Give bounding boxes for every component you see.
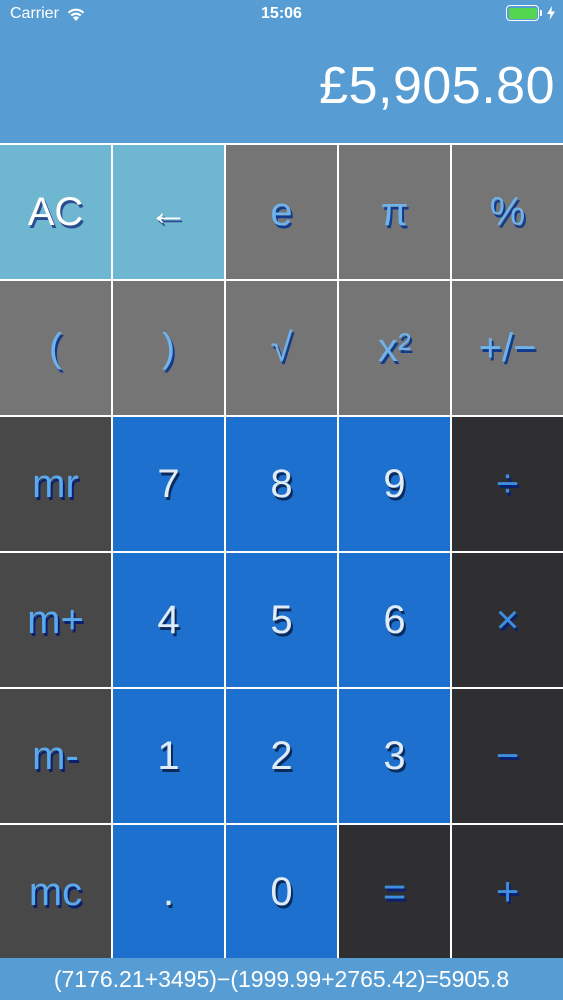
digit-1-button[interactable]: 1 [113,689,224,823]
keypad: AC ← e π% () √ x² +/− mr 7 8 9 ÷ m+ 4 5 6 × m- 1 2 3− mc. 0 = + [0,143,563,959]
display-value: £5,905.80 [319,57,555,115]
square-button[interactable]: x² [339,281,450,415]
digit-9-button[interactable]: 9 [339,417,450,551]
memory-add-button[interactable]: m+ [0,553,111,687]
memory-clear-button[interactable]: mc [0,825,111,959]
pi-button[interactable]: π [339,145,450,279]
memory-subtract-button[interactable]: m- [0,689,111,823]
battery-cap [540,10,542,16]
digit-3-button[interactable]: 3 [339,689,450,823]
digit-7-button[interactable]: 7 [113,417,224,551]
plus-button[interactable]: + [452,825,563,959]
sqrt-button[interactable]: √ [226,281,337,415]
digit-4-button[interactable]: 4 [113,553,224,687]
close-paren-button[interactable]: ) [113,281,224,415]
history-expression: (7176.21+3495)−(1999.99+2765.42)=5905.8 [0,958,563,1000]
digit-2-button[interactable]: 2 [226,689,337,823]
backspace-button[interactable]: ← [113,145,224,279]
status-bar: Carrier 15:06 [0,0,563,30]
battery-icon [506,5,539,21]
digit-5-button[interactable]: 5 [226,553,337,687]
memory-recall-button[interactable]: mr [0,417,111,551]
euler-button[interactable]: e [226,145,337,279]
digit-6-button[interactable]: 6 [339,553,450,687]
digit-0-button[interactable]: 0 [226,825,337,959]
status-right [506,5,556,21]
divide-button[interactable]: ÷ [452,417,563,551]
digit-8-button[interactable]: 8 [226,417,337,551]
equals-button[interactable]: = [339,825,450,959]
open-paren-button[interactable]: ( [0,281,111,415]
charging-bolt-icon [547,6,555,20]
minus-button[interactable]: − [452,689,563,823]
decimal-button[interactable]: . [113,825,224,959]
status-time: 15:06 [261,5,302,22]
percent-button[interactable]: % [452,145,563,279]
calculator-display: £5,905.80 [0,30,563,143]
negate-button[interactable]: +/− [452,281,563,415]
all-clear-button[interactable]: AC [0,145,111,279]
multiply-button[interactable]: × [452,553,563,687]
battery-level [508,7,537,19]
